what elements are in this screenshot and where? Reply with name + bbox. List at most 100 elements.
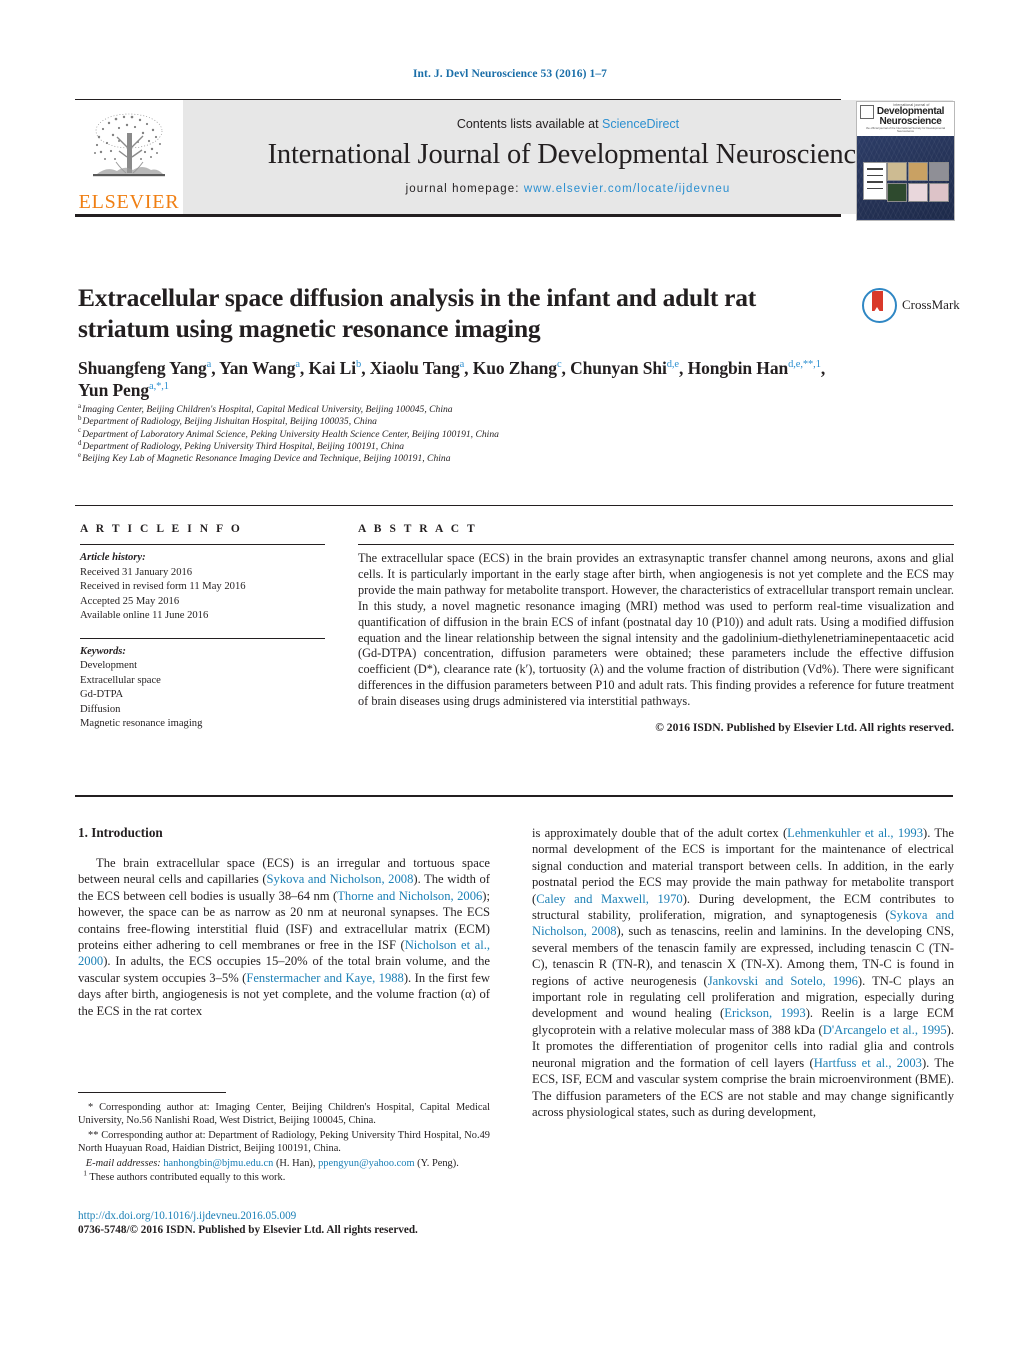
cover-sub-line: the official journal of the Internationa… xyxy=(865,126,946,133)
footnote-corresponding-2: ** Corresponding author at: Department o… xyxy=(78,1129,490,1155)
page-title: Extracellular space diffusion analysis i… xyxy=(78,282,838,344)
crossmark-label: CrossMark xyxy=(902,297,960,312)
email-link-peng[interactable]: ppengyun@yahoo.com xyxy=(318,1158,414,1169)
contents-available-line: Contents lists available at ScienceDirec… xyxy=(457,117,679,131)
article-history-item: Received in revised form 11 May 2016 xyxy=(80,581,246,592)
crossmark-icon xyxy=(862,287,897,323)
affiliation-marker: b xyxy=(78,414,82,423)
intro-paragraph-right: is approximately double that of the adul… xyxy=(532,826,955,1119)
article-info-heading: A R T I C L E I N F O xyxy=(80,523,243,535)
affiliation-item: dDepartment of Radiology, Peking Univers… xyxy=(78,438,405,452)
citation-link[interactable]: Thorne and Nicholson, 2006 xyxy=(337,889,482,903)
footnote-emails: E-mail addresses: hanhongbin@bjmu.edu.cn… xyxy=(78,1157,490,1170)
citation-link[interactable]: Jankovski and Sotelo, 1996 xyxy=(708,974,858,988)
intro-paragraph-left: The brain extracellular space (ECS) is a… xyxy=(78,856,490,1018)
author-affiliation-marker: a xyxy=(459,359,465,371)
affiliation-marker: a xyxy=(78,401,82,410)
author-affiliation-marker: d,e,**,1 xyxy=(788,359,821,371)
citation-link[interactable]: Nicholson et al., 2000 xyxy=(78,938,490,968)
section-heading-introduction: 1. Introduction xyxy=(78,825,163,840)
paper-page: Int. J. Devl Neuroscience 53 (2016) 1–7 xyxy=(0,0,1020,1351)
citation-link[interactable]: Lehmenkuhler et al., 1993 xyxy=(787,826,923,840)
journal-homepage-line: journal homepage: www.elsevier.com/locat… xyxy=(406,183,731,195)
email-owner-peng: (Y. Peng). xyxy=(417,1157,459,1169)
cover-artwork xyxy=(857,136,954,219)
article-title-line2: striatum using magnetic resonance imagin… xyxy=(78,314,541,343)
equal-contrib-marker: 1 xyxy=(83,1168,87,1178)
affiliation-marker: c xyxy=(78,426,82,435)
cover-elsevier-icon xyxy=(860,105,874,119)
keywords-rule xyxy=(80,637,325,639)
homepage-prefix: journal homepage: xyxy=(405,183,524,195)
author-name: Hongbin Han xyxy=(687,358,789,378)
author-name: Xiaolu Tang xyxy=(369,358,460,378)
abstract-heading: A B S T R A C T xyxy=(358,523,478,535)
article-history-item: Accepted 25 May 2016 xyxy=(80,595,180,607)
author-affiliation-marker: d,e xyxy=(666,359,679,371)
title-block: Extracellular space diffusion analysis i… xyxy=(78,282,838,344)
article-info-rule xyxy=(80,544,325,545)
keyword-item: Magnetic resonance imaging xyxy=(80,718,203,729)
footnote-corresponding-1: * Corresponding author at: Imaging Cente… xyxy=(78,1102,490,1127)
author-affiliation-marker: a,*,1 xyxy=(149,381,169,393)
journal-header-band: ELSEVIER Contents lists available at Sci… xyxy=(75,99,953,217)
abstract-copyright: © 2016 ISDN. Published by Elsevier Ltd. … xyxy=(655,721,954,735)
author-list: Shuangfeng Yanga, Yan Wanga, Kai Lib, Xi… xyxy=(78,358,826,400)
abstract-body: The extracellular space (ECS) in the bra… xyxy=(358,551,955,709)
affiliation-item: eBeijing Key Lab of Magnetic Resonance I… xyxy=(78,451,451,465)
contents-prefix: Contents lists available at xyxy=(456,117,603,131)
article-history-label: Article history: xyxy=(80,552,146,563)
body-column-left: 1. Introduction The brain extracellular … xyxy=(78,825,490,1019)
issn-copyright-line: 0736-5748/© 2016 ISDN. Published by Else… xyxy=(78,1224,418,1236)
author-affiliation-marker: c xyxy=(556,359,562,371)
crossmark-badge-group[interactable]: CrossMark xyxy=(862,287,960,323)
journal-title: International Journal of Developmental N… xyxy=(267,139,869,170)
author-name: Kuo Zhang xyxy=(472,358,557,378)
author-name: Yun Peng xyxy=(78,380,150,400)
author-affiliation-marker: a xyxy=(295,359,300,371)
keyword-item: Diffusion xyxy=(80,703,121,715)
affiliation-list: aImaging Center, Beijing Children's Hosp… xyxy=(78,401,868,465)
running-head: Int. J. Devl Neuroscience 53 (2016) 1–7 xyxy=(412,68,608,80)
footnote-block: * Corresponding author at: Imaging Cente… xyxy=(78,1101,490,1185)
author-affiliation-marker: a xyxy=(206,359,212,371)
email-owner-han: (H. Han), xyxy=(275,1157,316,1169)
bottom-block: http://dx.doi.org/10.1016/j.ijdevneu.201… xyxy=(78,1209,578,1237)
article-history-item: Available online 11 June 2016 xyxy=(80,610,209,621)
equal-contrib-text: These authors contributed equally to thi… xyxy=(89,1172,286,1184)
doi-link[interactable]: http://dx.doi.org/10.1016/j.ijdevneu.201… xyxy=(78,1209,578,1223)
keyword-item: Extracellular space xyxy=(80,674,161,686)
journal-homepage-link[interactable]: www.elsevier.com/locate/ijdevneu xyxy=(524,183,731,195)
article-title-line1: Extracellular space diffusion analysis i… xyxy=(78,283,756,312)
citation-link[interactable]: Sykova and Nicholson, 2008 xyxy=(532,908,954,938)
journal-banner: Contents lists available at ScienceDirec… xyxy=(183,100,953,214)
keyword-item: Gd-DTPA xyxy=(80,689,124,700)
article-info-column: A R T I C L E I N F O Article history: R… xyxy=(80,523,325,732)
citation-link[interactable]: Caley and Maxwell, 1970 xyxy=(536,892,683,906)
cover-legend-panel xyxy=(863,162,887,200)
affiliation-item: cDepartment of Laboratory Animal Science… xyxy=(78,426,499,440)
citation-link[interactable]: D'Arcangelo et al., 1995 xyxy=(823,1023,947,1037)
header-bottom-rule xyxy=(75,214,841,217)
citation-link[interactable]: Hartfuss et al., 2003 xyxy=(814,1056,922,1070)
elsevier-logo: ELSEVIER xyxy=(75,100,183,214)
email-link-han[interactable]: hanhongbin@bjmu.edu.cn xyxy=(163,1158,273,1169)
citation-link[interactable]: Sykova and Nicholson, 2008 xyxy=(267,872,414,886)
body-column-right: is approximately double that of the adul… xyxy=(532,825,954,1120)
author-name: Shuangfeng Yang xyxy=(78,358,207,378)
keywords-label: Keywords: xyxy=(80,645,126,657)
affiliation-item: bDepartment of Radiology, Beijing Jishui… xyxy=(78,414,377,428)
cover-image-grid xyxy=(887,162,949,202)
author-name: Kai Li xyxy=(308,358,357,378)
sciencedirect-link[interactable]: ScienceDirect xyxy=(602,117,679,131)
journal-cover-thumbnail: international journal of Developmental N… xyxy=(856,101,955,221)
affiliation-marker: e xyxy=(78,451,82,459)
citation-link[interactable]: Fenstermacher and Kaye, 1988 xyxy=(246,971,404,985)
keyword-item: Development xyxy=(80,660,138,671)
elsevier-tree-icon xyxy=(93,113,165,177)
affiliation-item: aImaging Center, Beijing Children's Hosp… xyxy=(78,401,453,415)
citation-link[interactable]: Erickson, 1993 xyxy=(724,1006,805,1020)
footnote-separator-rule xyxy=(78,1092,226,1093)
author-name: Yan Wang xyxy=(219,358,296,378)
article-history-list: Received 31 January 2016 Received in revi… xyxy=(80,566,325,624)
